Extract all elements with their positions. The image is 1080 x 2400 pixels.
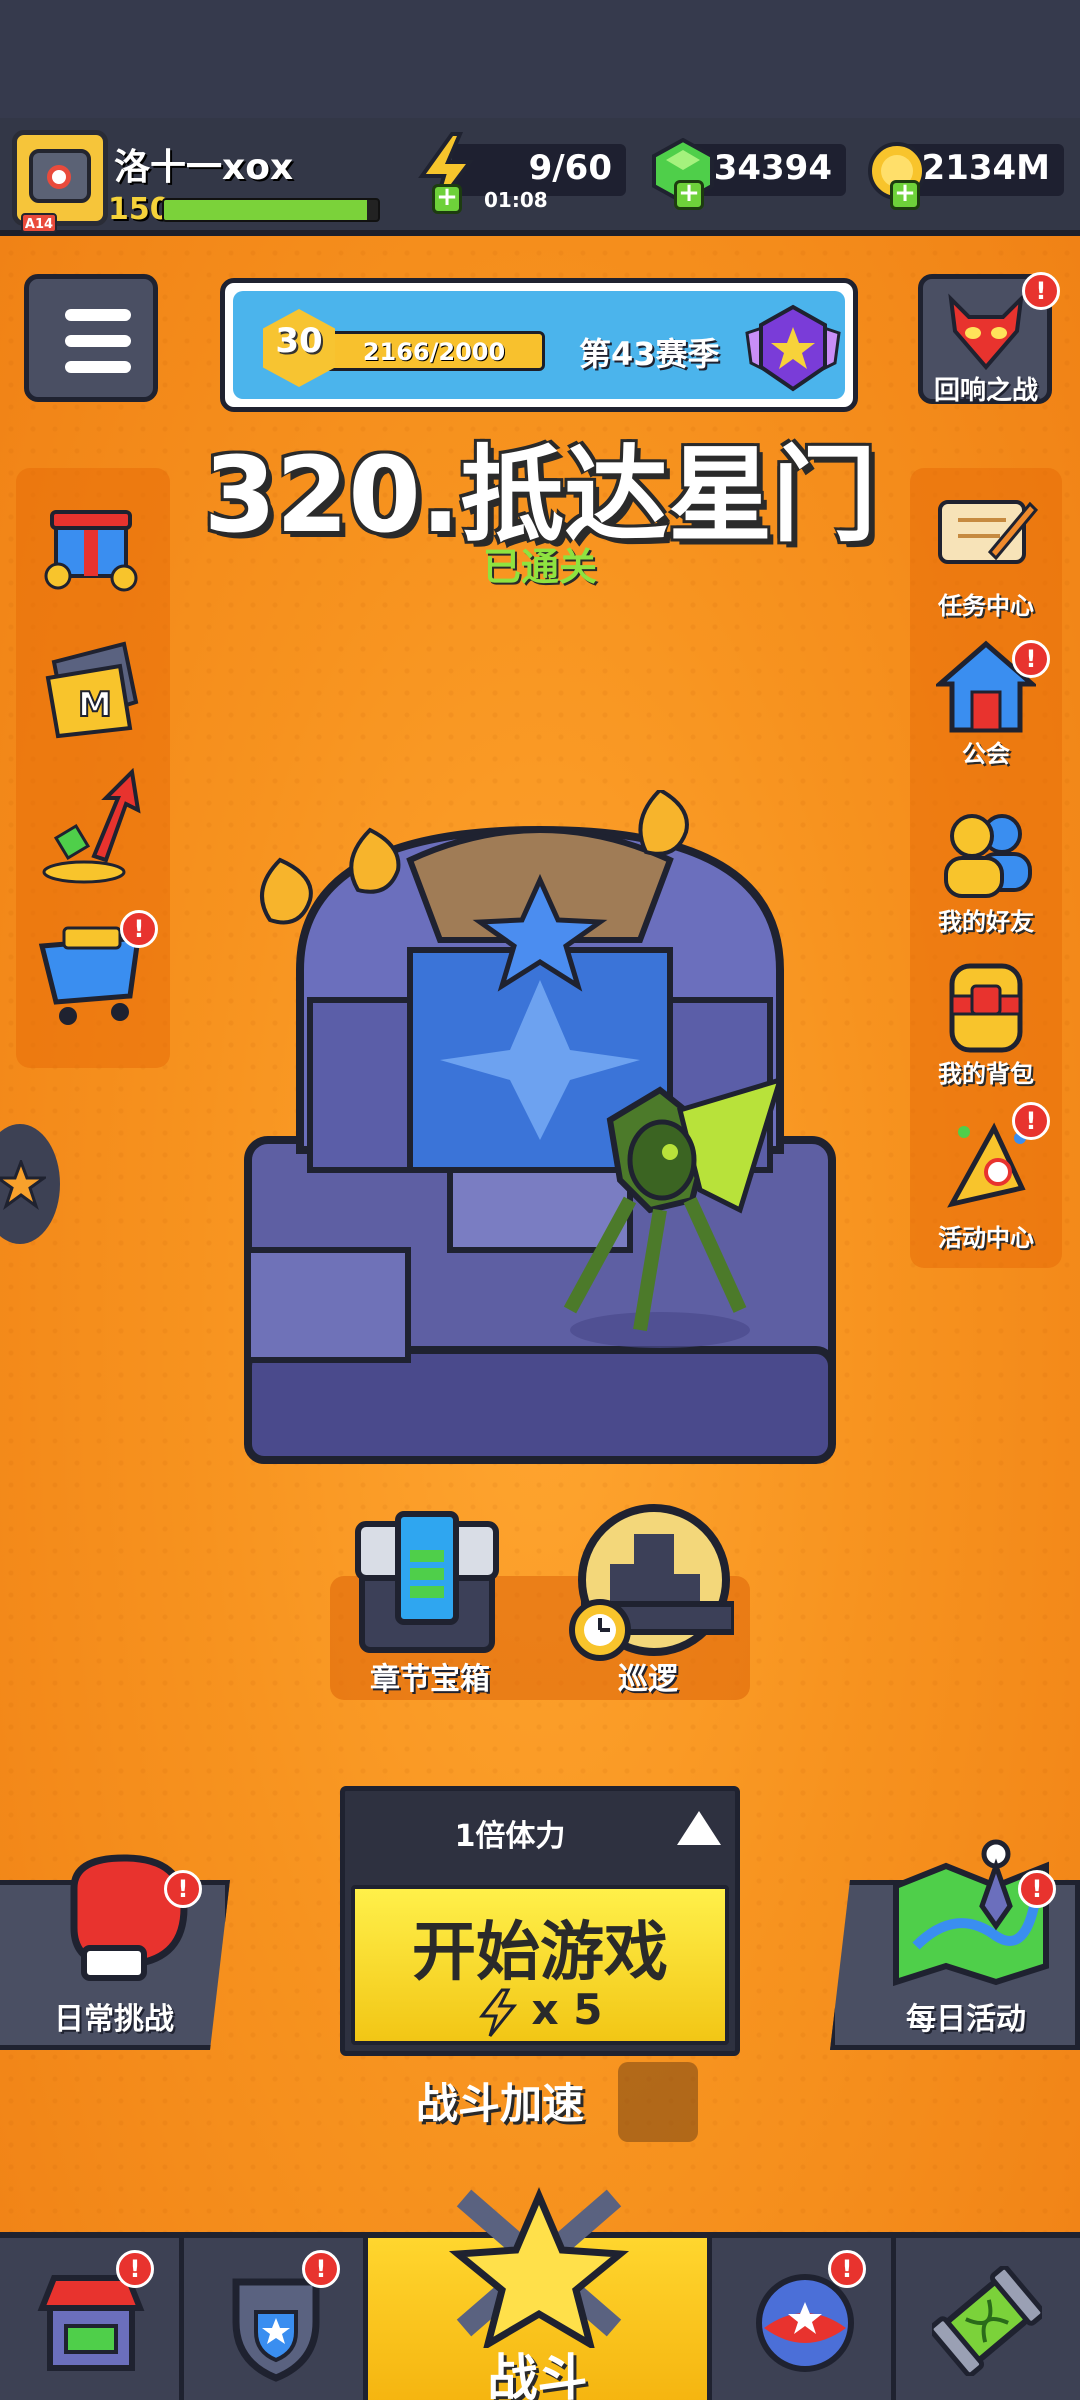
- patrol-label: 巡逻: [618, 1662, 678, 1697]
- gift-icon: [44, 510, 138, 592]
- avatar-badge: A14: [21, 213, 57, 233]
- season-banner-inner: 2166/2000 30 第43赛季: [233, 291, 845, 399]
- nav-battle[interactable]: 战斗: [368, 2187, 712, 2400]
- player-name: 洛十一xox: [114, 147, 294, 188]
- gems-value: 34394: [713, 148, 832, 188]
- guild-label: 公会: [962, 740, 1010, 768]
- boxing-glove-icon: [70, 1854, 188, 1981]
- event-center-badge: !: [1012, 1102, 1050, 1140]
- nav-battle-label: 战斗: [487, 2349, 588, 2400]
- chapter-chest-label: 章节宝箱: [370, 1662, 490, 1697]
- map-icon: [893, 1839, 1049, 1986]
- guild-badge: !: [1012, 640, 1050, 678]
- energy-timer: 01:08: [484, 188, 548, 212]
- friends-label: 我的好友: [938, 908, 1034, 936]
- avatar-face-icon: [29, 149, 91, 203]
- bottom-nav: ! ! 战斗 !: [0, 2187, 1080, 2400]
- lightning-icon: [478, 1988, 517, 2037]
- backpack-label: 我的背包: [938, 1060, 1034, 1088]
- season-progress-text: 2166/2000: [362, 338, 506, 366]
- nav-shop-badge: !: [116, 2250, 154, 2288]
- event-center-label: 活动中心: [938, 1224, 1034, 1252]
- season-banner[interactable]: 2166/2000 30 第43赛季: [220, 278, 858, 412]
- menu-button[interactable]: [24, 274, 158, 402]
- backpack-button[interactable]: 我的背包: [910, 956, 1062, 1096]
- battle-speed-toggle[interactable]: [618, 2062, 698, 2142]
- echo-battle-badge: !: [1022, 272, 1060, 310]
- right-side-panel: 任务中心 公会 我的好友 我的背包 活动中心: [910, 468, 1062, 1268]
- patrol-icon[interactable]: [564, 1504, 734, 1664]
- menu-icon-line: [65, 361, 131, 373]
- status-bar: [0, 0, 1080, 118]
- battle-speed-label: 战斗加速: [416, 2079, 585, 2128]
- energy-multiplier-label[interactable]: 1倍体力: [345, 1811, 675, 1855]
- task-center-button[interactable]: 任务中心: [910, 472, 1062, 620]
- card-icon: M: [45, 641, 139, 739]
- daily-event-label: 每日活动: [906, 2002, 1026, 2037]
- start-game-button[interactable]: 开始游戏 x 5: [351, 1885, 729, 2045]
- nav-shop[interactable]: !: [0, 2238, 184, 2400]
- top-bar: A14 洛十一xox 150 9/60 + 01:08 34394 + 2134…: [0, 118, 1080, 236]
- player-avatar[interactable]: A14: [12, 130, 108, 233]
- season-name: 第43赛季: [579, 335, 720, 373]
- task-center-label: 任务中心: [938, 592, 1034, 620]
- start-game-panel: 1倍体力 开始游戏 x 5: [340, 1786, 740, 2056]
- daily-challenge-badge: !: [164, 1870, 202, 1908]
- nav-skills-badge: !: [828, 2250, 866, 2288]
- energy-plus-icon[interactable]: +: [432, 184, 462, 214]
- season-progress-bar: 2166/2000: [323, 331, 545, 371]
- start-game-label: 开始游戏: [412, 1916, 668, 1990]
- star-icon: [0, 1160, 46, 1210]
- menu-icon-line: [65, 335, 131, 347]
- daily-challenge-label: 日常挑战: [54, 2002, 174, 2037]
- svg-text:M: M: [78, 685, 112, 725]
- start-cost-value: x 5: [531, 1985, 603, 2034]
- xp-fill: [164, 200, 368, 220]
- growth-icon: [42, 768, 141, 884]
- game-screen: A14 洛十一xox 150 9/60 + 01:08 34394 + 2134…: [0, 0, 1080, 2400]
- left-side-panel: M: [16, 468, 170, 1068]
- coins-plus-icon[interactable]: +: [890, 180, 920, 210]
- friends-button[interactable]: 我的好友: [910, 806, 1062, 946]
- card-button[interactable]: M: [16, 628, 170, 768]
- xp-bar: [162, 198, 380, 222]
- menu-icon: [65, 309, 131, 321]
- season-emblem-icon: [745, 304, 841, 392]
- nav-equipment[interactable]: !: [184, 2238, 368, 2400]
- start-game-cost: x 5: [355, 1985, 725, 2038]
- chapter-chest-icon[interactable]: [352, 1510, 502, 1660]
- gift-button[interactable]: [16, 482, 170, 622]
- gene-capsule-icon: [932, 2266, 1042, 2376]
- energy-value: 9/60: [528, 148, 612, 188]
- multiplier-up-arrow-icon[interactable]: [677, 1811, 721, 1845]
- stage-gate-artwork: [244, 790, 836, 1464]
- nav-skills[interactable]: !: [712, 2238, 896, 2400]
- gems-plus-icon[interactable]: +: [674, 180, 704, 210]
- growth-button[interactable]: [16, 764, 170, 904]
- daily-event-badge: !: [1018, 1870, 1056, 1908]
- shop-cart-badge: !: [120, 910, 158, 948]
- demon-icon: [948, 293, 1024, 371]
- coins-value: 2134M: [921, 148, 1050, 188]
- friends-icon: [944, 814, 1032, 898]
- season-rank: 30: [275, 321, 323, 361]
- battle-star-icon: [448, 2187, 630, 2348]
- echo-battle-label: 回响之战: [933, 376, 1038, 406]
- backpack-icon: [949, 963, 1023, 1053]
- scroll-icon: [938, 500, 1039, 564]
- nav-equipment-badge: !: [302, 2250, 340, 2288]
- nav-gene[interactable]: [896, 2238, 1080, 2400]
